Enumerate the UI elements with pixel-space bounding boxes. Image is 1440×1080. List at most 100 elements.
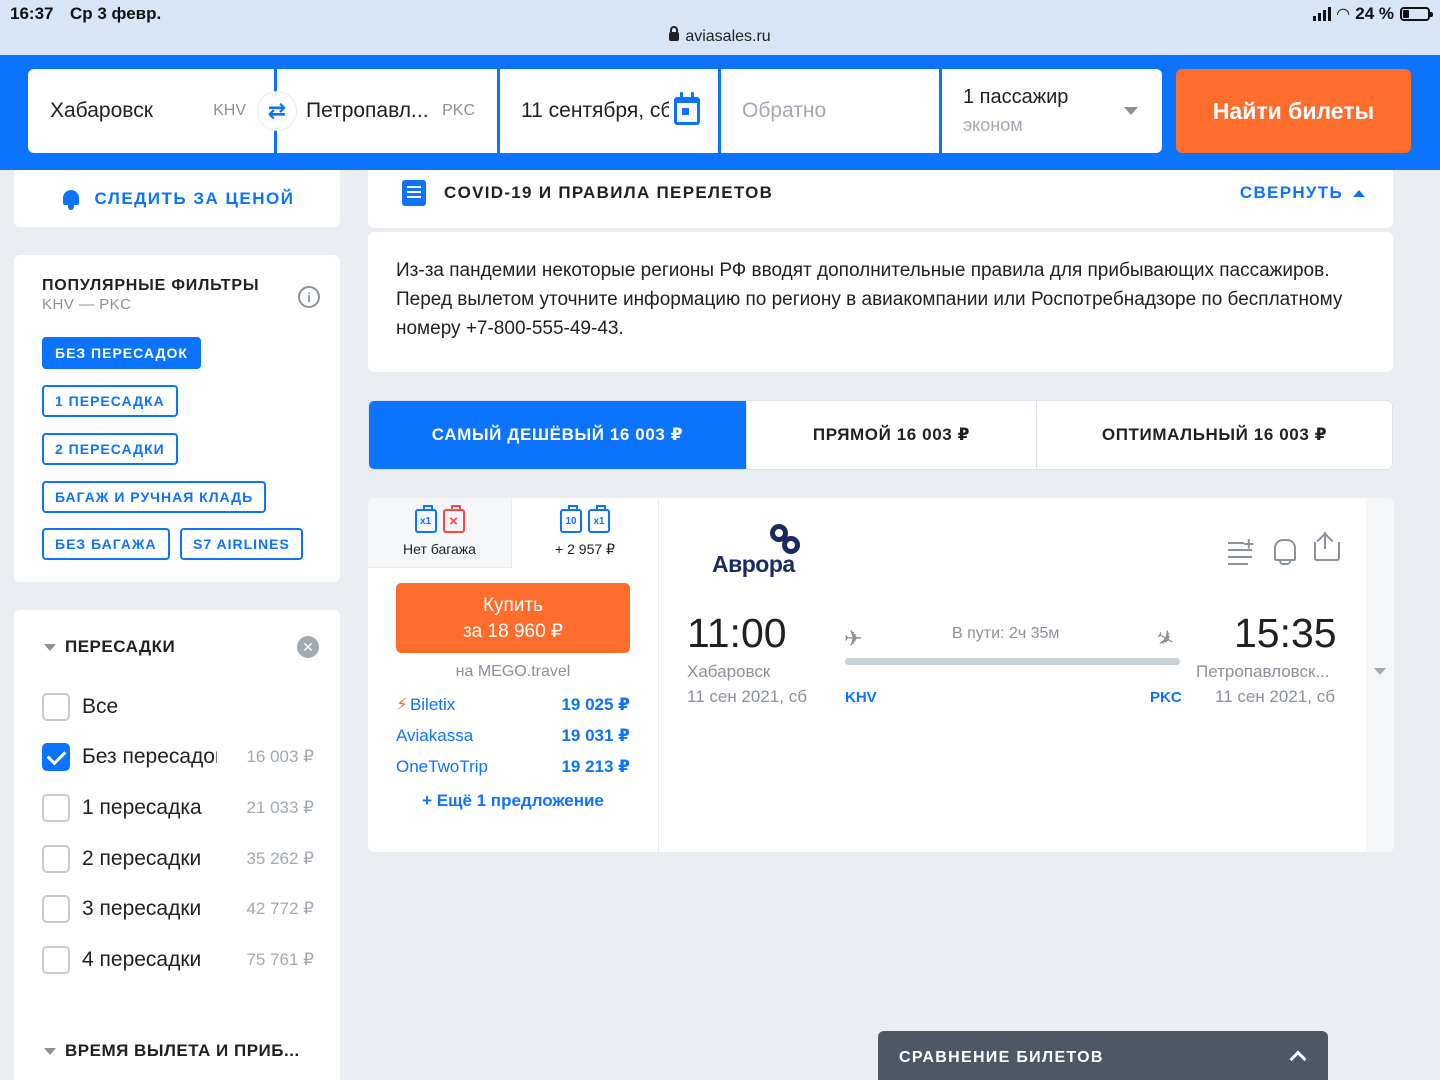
stops-filter-title: ПЕРЕСАДКИ [65, 637, 176, 656]
find-tickets-button[interactable]: Найти билеты [1176, 69, 1411, 153]
signal-icon [1312, 7, 1331, 21]
stops-filter: ПЕРЕСАДКИ ✕ Все Без пересадок 16 003 ₽ 1… [14, 610, 340, 1080]
stops-option-label: 4 пересадки [82, 948, 202, 971]
chevron-up-icon [1289, 1050, 1307, 1068]
compare-tickets-bar[interactable]: СРАВНЕНИЕ БИЛЕТОВ [878, 1031, 1328, 1080]
chevron-down-icon [44, 1047, 56, 1055]
filter-chip-1-stop[interactable]: 1 ПЕРЕСАДКА [42, 385, 178, 417]
checkbox[interactable] [42, 794, 70, 822]
battery-percent: 24 % [1355, 4, 1394, 23]
checkbox[interactable] [42, 946, 70, 974]
search-header: Хабаровск KHV Петропавл... PKC ⇄ 11 сент… [0, 55, 1440, 170]
share-icon[interactable] [1312, 532, 1340, 561]
stops-option-price: 16 003 ₽ [246, 747, 314, 766]
stops-option-label: 3 пересадки [82, 897, 202, 920]
expand-ticket-button[interactable] [1366, 498, 1394, 852]
passenger-count: 1 пассажир [963, 86, 1069, 108]
stops-option-nonstop[interactable]: Без пересадок 16 003 ₽ [42, 742, 314, 772]
passengers-field[interactable]: 1 пассажир эконом [942, 69, 1162, 153]
covid-notice-text: Из-за пандемии некоторые регионы РФ ввод… [368, 232, 1393, 372]
depart-iata: KHV [845, 689, 877, 706]
return-date-field[interactable]: Обратно [721, 69, 939, 153]
tab-optimal[interactable]: ОПТИМАЛЬНЫЙ 16 003 ₽ [1037, 401, 1392, 469]
status-indicators: ◠ 24 % [1312, 4, 1433, 24]
divider [658, 498, 659, 852]
takeoff-icon: ✈ [844, 626, 863, 651]
agency-price: 19 213 ₽ [561, 757, 630, 776]
stops-option-1[interactable]: 1 пересадка 21 033 ₽ [42, 793, 314, 823]
destination-iata: PKC [442, 102, 475, 119]
clear-icon[interactable]: ✕ [297, 636, 319, 658]
depart-date-field[interactable]: 11 сентября, сб [500, 69, 718, 153]
status-bar: 16:37 Ср 3 февр. aviasales.ru ◠ 24 % [0, 0, 1440, 55]
time-filter-toggle[interactable]: ВРЕМЯ ВЫЛЕТА И ПРИБ... [44, 1041, 300, 1061]
agency-offer[interactable]: ⚡ Biletix 19 025 ₽ [396, 695, 630, 715]
calendar-icon[interactable] [674, 92, 700, 125]
time-filter-title: ВРЕМЯ ВЫЛЕТА И ПРИБ... [65, 1041, 300, 1060]
checkbox[interactable] [42, 895, 70, 923]
stops-option-all[interactable]: Все [42, 692, 314, 722]
buy-button[interactable]: Купить за 18 960 ₽ [396, 583, 630, 653]
stops-option-price: 42 772 ₽ [246, 899, 314, 918]
agency-price: 19 025 ₽ [561, 695, 630, 714]
info-icon[interactable]: i [298, 286, 320, 308]
return-placeholder: Обратно [742, 99, 827, 122]
origin-field[interactable]: Хабаровск KHV [28, 69, 274, 153]
arrive-time: 15:35 [1234, 610, 1337, 656]
cabin-class: эконом [963, 115, 1023, 135]
filter-chip-2-stops[interactable]: 2 ПЕРЕСАДКИ [42, 433, 178, 465]
agency-offer[interactable]: OneTwoTrip 19 213 ₽ [396, 757, 630, 777]
agency-name: OneTwoTrip [396, 757, 488, 776]
compare-tickets-label: СРАВНЕНИЕ БИЛЕТОВ [899, 1049, 1104, 1066]
agency-offer[interactable]: Aviakassa 19 031 ₽ [396, 726, 630, 746]
buy-button-label: Купить [482, 595, 544, 616]
add-to-list-icon[interactable]: + [1228, 534, 1254, 565]
filter-chip-no-baggage[interactable]: БЕЗ БАГАЖА [42, 528, 170, 560]
stops-option-label: 2 пересадки [82, 847, 202, 870]
swap-icon[interactable]: ⇄ [257, 91, 297, 131]
agency-name: Biletix [409, 695, 456, 714]
luggage-icon: 10 [560, 505, 582, 533]
chevron-down-icon [1374, 668, 1386, 675]
more-offers-link[interactable]: + Ещё 1 предложение [368, 791, 658, 811]
collapse-button[interactable]: СВЕРНУТЬ [1240, 183, 1365, 203]
bolt-icon: ⚡ [396, 695, 408, 714]
arrive-city: Петропавловск... [1196, 662, 1330, 681]
chevron-up-icon [1353, 189, 1365, 197]
filter-chip-baggage[interactable]: БАГАЖ И РУЧНАЯ КЛАДЬ [42, 481, 267, 513]
checkbox[interactable] [42, 693, 70, 721]
stops-option-price: 21 033 ₽ [246, 798, 314, 817]
sort-tabs: САМЫЙ ДЕШЁВЫЙ 16 003 ₽ ПРЯМОЙ 16 003 ₽ О… [368, 400, 1393, 470]
stops-option-label: Без пересадок [82, 745, 217, 768]
destination-city: Петропавл... [306, 99, 429, 122]
arrive-iata: PKC [1150, 689, 1182, 706]
tab-direct[interactable]: ПРЯМОЙ 16 003 ₽ [747, 401, 1037, 469]
stops-option-3[interactable]: 3 пересадки 42 772 ₽ [42, 894, 314, 924]
checkbox[interactable] [42, 743, 70, 771]
no-luggage-icon: × [442, 505, 465, 533]
filter-chip-s7-airlines[interactable]: S7 AIRLINES [180, 528, 303, 560]
tab-cheapest[interactable]: САМЫЙ ДЕШЁВЫЙ 16 003 ₽ [369, 401, 747, 469]
ticket-card: x1 × Нет багажа 10 x1 + 2 957 ₽ Купить з… [368, 498, 1394, 852]
depart-city: Хабаровск [687, 662, 771, 681]
covid-notice-header: COVID-19 И ПРАВИЛА ПЕРЕЛЕТОВ СВЕРНУТЬ [368, 170, 1393, 228]
popular-filters-title: ПОПУЛЯРНЫЕ ФИЛЬТРЫ [42, 277, 260, 294]
url-text: aviasales.ru [685, 28, 771, 45]
airline-logo: Аврора [712, 551, 795, 577]
buy-source: на MEGO.travel [455, 663, 571, 680]
destination-field[interactable]: Петропавл... PKC [277, 69, 497, 153]
price-alert-icon[interactable] [1270, 536, 1296, 565]
stops-filter-toggle[interactable]: ПЕРЕСАДКИ [44, 637, 175, 657]
checkbox[interactable] [42, 845, 70, 873]
luggage-icon: x1 [588, 505, 610, 533]
agency-price: 19 031 ₽ [561, 726, 630, 745]
battery-icon [1400, 7, 1433, 21]
stops-option-4[interactable]: 4 пересадки 75 761 ₽ [42, 945, 314, 975]
address-bar[interactable]: aviasales.ru [0, 26, 1440, 46]
buy-button-price: за 18 960 ₽ [462, 621, 564, 642]
filter-chip-nonstop[interactable]: БЕЗ ПЕРЕСАДОК [42, 337, 201, 369]
track-price-button[interactable]: СЛЕДИТЬ ЗА ЦЕНОЙ [14, 170, 340, 227]
baggage-option-none[interactable]: x1 × Нет багажа [368, 498, 512, 568]
stops-option-2[interactable]: 2 пересадки 35 262 ₽ [42, 844, 314, 874]
baggage-option-with-bag[interactable]: 10 x1 + 2 957 ₽ [512, 498, 658, 568]
